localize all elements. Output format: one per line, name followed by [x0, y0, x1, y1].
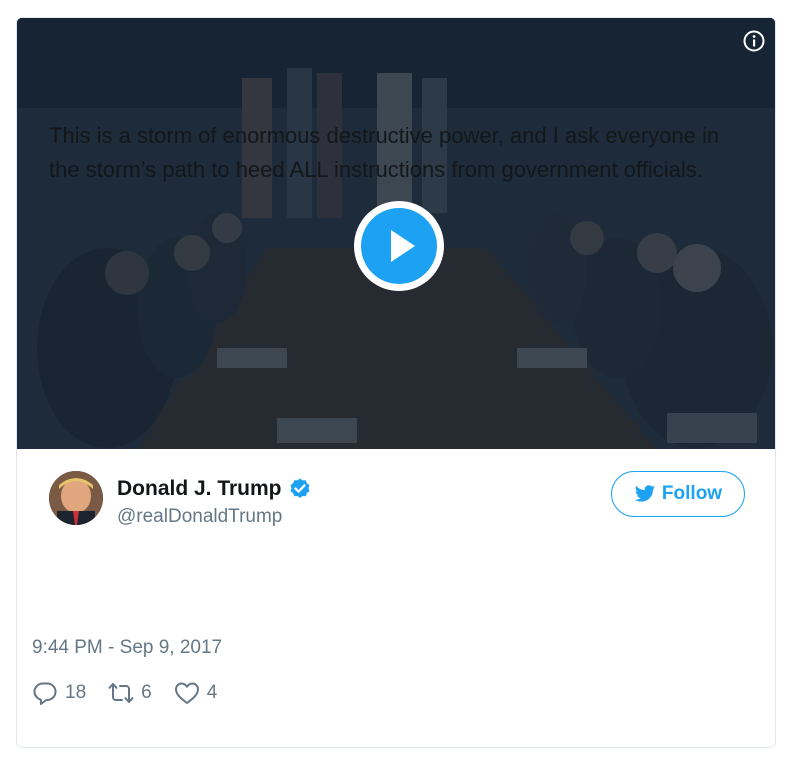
avatar[interactable]: [49, 471, 103, 525]
retweet-icon: [108, 683, 134, 703]
reply-button[interactable]: 18: [32, 680, 86, 706]
twitter-bird-icon: [634, 485, 656, 502]
retweet-count: 6: [141, 682, 152, 703]
author-handle[interactable]: @realDonaldTrump: [117, 506, 282, 528]
tweet-text: This is a storm of enormous destructive …: [49, 123, 720, 182]
avatar-image: [49, 471, 103, 525]
info-icon[interactable]: [743, 30, 765, 52]
verified-badge-icon: [290, 478, 310, 498]
heart-icon: [174, 682, 199, 704]
author-name[interactable]: Donald J. Trump: [117, 477, 282, 501]
tweet-header: Donald J. Trump @realDonaldTrump Follow: [17, 449, 775, 539]
follow-button[interactable]: Follow: [611, 471, 745, 517]
retweet-button[interactable]: 6: [108, 680, 152, 706]
tweet-timestamp[interactable]: 9:44 PM - Sep 9, 2017: [32, 637, 222, 659]
tweet-actions: 18 6 4: [32, 680, 239, 706]
like-count: 4: [206, 682, 218, 703]
follow-label: Follow: [661, 483, 723, 504]
play-icon[interactable]: [353, 200, 445, 292]
reply-icon: [33, 682, 57, 705]
video-thumbnail[interactable]: [17, 18, 775, 449]
author-name-row: Donald J. Trump: [117, 477, 312, 501]
like-button[interactable]: 4: [174, 680, 218, 706]
reply-count: 18: [65, 682, 87, 703]
